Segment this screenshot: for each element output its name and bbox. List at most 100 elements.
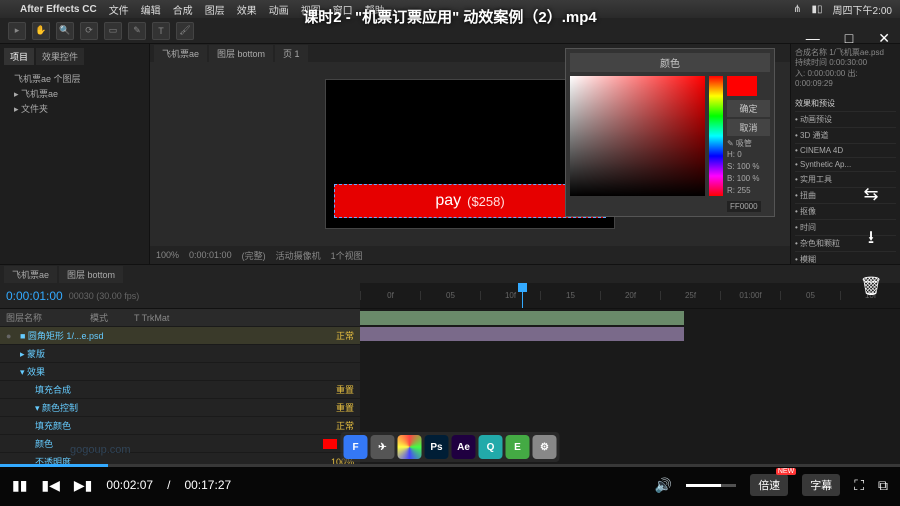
timecode[interactable]: 0:00:01:00 xyxy=(6,289,63,303)
video-side-actions: ⇆ ⭳ 🗑 xyxy=(857,180,885,300)
hand-tool-icon[interactable]: ✋ xyxy=(32,22,50,40)
pip-icon[interactable]: ⧉ xyxy=(878,477,888,494)
color-gradient[interactable] xyxy=(570,76,705,196)
color-chip[interactable] xyxy=(323,439,337,449)
view-count[interactable]: 1个视图 xyxy=(331,249,363,262)
playhead[interactable] xyxy=(522,283,523,308)
app-name[interactable]: After Effects CC xyxy=(20,4,97,15)
info-line: 入: 0:00:00:00 出: 0:00:09:29 xyxy=(795,69,896,90)
effects-header[interactable]: 效果和预设 xyxy=(795,96,896,112)
layer-list: 图层名称 模式 T TrkMat ●■ 圆角矩形 1/...e.psd正常 ▸ … xyxy=(0,309,360,464)
battery-icon[interactable]: ▮▯ xyxy=(812,4,823,15)
tree-item[interactable]: ▸ 飞机票ae xyxy=(6,86,143,101)
zoom-level[interactable]: 100% xyxy=(156,250,179,260)
tree-item[interactable]: ▸ 文件夹 xyxy=(6,101,143,116)
layer-bar[interactable] xyxy=(360,327,684,341)
dock-app-icon[interactable]: Ps xyxy=(425,435,449,459)
video-player-controls: ▮▮ ▮◀ ▶▮ 00:02:07 / 00:17:27 🔊 倍速NEW 字幕 … xyxy=(0,464,900,506)
preset-item[interactable]: • 3D 通道 xyxy=(795,128,896,144)
viewer-tab[interactable]: 图层 bottom xyxy=(209,45,273,62)
menu-file[interactable]: 文件 xyxy=(109,2,129,17)
dock-app-icon[interactable]: Ae xyxy=(452,435,476,459)
viewer-footer: 100% 0:00:01:00 (完整) 活动摄像机 1个视图 xyxy=(150,246,790,264)
layer-row[interactable]: 填充合成重置 xyxy=(0,381,360,399)
progress-bar[interactable] xyxy=(0,464,900,467)
rect-tool-icon[interactable]: ▭ xyxy=(104,22,122,40)
dock-app-icon[interactable]: ✈ xyxy=(371,435,395,459)
fullscreen-icon[interactable]: ⛶ xyxy=(854,477,864,494)
layer-row[interactable]: 颜色→ xyxy=(0,435,360,453)
tree-item[interactable]: 飞机票ae 个图层 xyxy=(6,71,143,86)
wifi-icon[interactable]: ⋔ xyxy=(793,4,801,15)
viewer-tab[interactable]: 页 1 xyxy=(275,45,308,62)
selection-tool-icon[interactable]: ▸ xyxy=(8,22,26,40)
hue-slider[interactable] xyxy=(709,76,723,196)
layer-row[interactable]: ▾ 颜色控制重置 xyxy=(0,399,360,417)
visibility-icon[interactable]: ● xyxy=(6,331,16,341)
zoom-tool-icon[interactable]: 🔍 xyxy=(56,22,74,40)
project-tab[interactable]: 项目 xyxy=(4,48,34,65)
timeline-tab[interactable]: 飞机票ae xyxy=(4,266,57,283)
prev-button[interactable]: ▮◀ xyxy=(41,477,59,494)
minimize-button[interactable]: — xyxy=(806,30,820,47)
eyedropper-button[interactable]: ✎ 吸管 xyxy=(727,138,770,149)
rotate-tool-icon[interactable]: ⟳ xyxy=(80,22,98,40)
volume-slider[interactable] xyxy=(686,484,736,487)
preset-item[interactable]: • 动画预设 xyxy=(795,112,896,128)
time-ruler[interactable]: 0f 05 10f 15 20f 25f 01:00f 05 10f xyxy=(360,283,900,308)
layer-row[interactable]: 填充颜色正常 xyxy=(0,417,360,435)
resolution[interactable]: (完整) xyxy=(242,249,266,262)
dock-app-icon[interactable]: Q xyxy=(479,435,503,459)
pen-tool-icon[interactable]: ✎ xyxy=(128,22,146,40)
info-line: 持续时间 0:00:30:00 xyxy=(795,58,896,68)
preset-item[interactable]: • Synthetic Ap... xyxy=(795,158,896,172)
menu-anim[interactable]: 动画 xyxy=(269,2,289,17)
watermark: gogoup.com xyxy=(70,444,131,456)
dock-app-icon[interactable] xyxy=(398,435,422,459)
camera-label[interactable]: 活动摄像机 xyxy=(276,249,321,262)
current-time: 00:02:07 xyxy=(106,478,153,492)
download-icon[interactable]: ⭳ xyxy=(857,226,885,254)
hex-input[interactable]: FF0000 xyxy=(727,201,761,212)
volume-icon[interactable]: 🔊 xyxy=(655,477,672,494)
brush-tool-icon[interactable]: 🖌 xyxy=(176,22,194,40)
window-controls: — □ ✕ xyxy=(806,30,890,47)
dock-app-icon[interactable]: F xyxy=(344,435,368,459)
cancel-button[interactable]: 取消 xyxy=(727,119,770,136)
close-button[interactable]: ✕ xyxy=(878,30,890,47)
mac-dock: F✈ PsAeQE⚙ xyxy=(341,432,560,462)
next-button[interactable]: ▶▮ xyxy=(74,477,92,494)
maximize-button[interactable]: □ xyxy=(845,30,853,47)
timeline-tab[interactable]: 图层 bottom xyxy=(59,266,123,283)
clock[interactable]: 周四下午2:00 xyxy=(833,2,892,17)
pay-price: ($258) xyxy=(467,194,505,209)
time-display[interactable]: 0:00:01:00 xyxy=(189,250,232,260)
pay-label: pay xyxy=(435,192,461,210)
project-tree: 飞机票ae 个图层 ▸ 飞机票ae ▸ 文件夹 xyxy=(4,69,145,118)
menu-comp[interactable]: 合成 xyxy=(173,2,193,17)
preset-item[interactable]: • CINEMA 4D xyxy=(795,144,896,158)
ok-button[interactable]: 确定 xyxy=(727,100,770,117)
layer-bar[interactable] xyxy=(360,311,684,325)
layer-row[interactable]: ▾ 效果 xyxy=(0,363,360,381)
dock-app-icon[interactable]: E xyxy=(506,435,530,459)
delete-icon[interactable]: 🗑 xyxy=(857,272,885,300)
layer-row[interactable]: ●■ 圆角矩形 1/...e.psd正常 xyxy=(0,327,360,345)
effects-tab[interactable]: 效果控件 xyxy=(36,48,84,65)
menu-edit[interactable]: 编辑 xyxy=(141,2,161,17)
viewer-tab[interactable]: 飞机票ae xyxy=(154,45,207,62)
project-panel: 项目 效果控件 飞机票ae 个图层 ▸ 飞机票ae ▸ 文件夹 xyxy=(0,44,150,264)
menu-layer[interactable]: 图层 xyxy=(205,2,225,17)
menu-effect[interactable]: 效果 xyxy=(237,2,257,17)
speed-button[interactable]: 倍速NEW xyxy=(750,474,788,496)
text-tool-icon[interactable]: T xyxy=(152,22,170,40)
layer-row[interactable]: ▸ 蒙版 xyxy=(0,345,360,363)
color-swatch xyxy=(727,76,757,96)
play-pause-button[interactable]: ▮▮ xyxy=(12,477,27,494)
subtitle-button[interactable]: 字幕 xyxy=(802,474,840,496)
share-icon[interactable]: ⇆ xyxy=(857,180,885,208)
dock-app-icon[interactable]: ⚙ xyxy=(533,435,557,459)
layer-row[interactable]: 不透明度100% xyxy=(0,453,360,464)
color-picker-dialog[interactable]: 颜色 确定 取消 ✎ 吸管 H: 0 S: 100 % B: 100 % R: … xyxy=(565,48,775,217)
video-title: 课时2 - "机票订票应用" 动效案例（2）.mp4 xyxy=(303,6,596,27)
